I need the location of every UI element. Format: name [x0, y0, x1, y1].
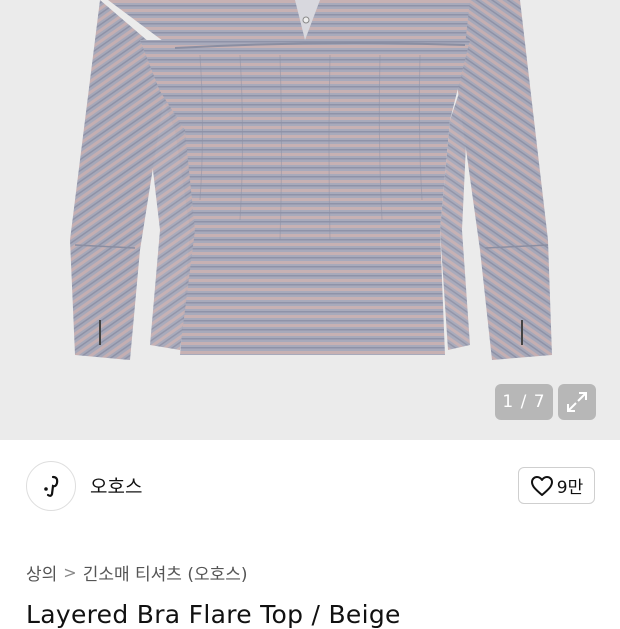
image-counter: 1 / 7: [495, 384, 553, 420]
brand-logo-icon: [44, 475, 59, 497]
like-button[interactable]: 9만: [518, 467, 595, 504]
product-photo: [70, 0, 552, 360]
expand-icon: [567, 392, 587, 412]
breadcrumb-category[interactable]: 상의: [26, 560, 57, 585]
like-count: 9만: [556, 478, 584, 498]
breadcrumb-separator: >: [63, 563, 77, 582]
heart-icon: [530, 475, 553, 496]
brand-logo[interactable]: [26, 461, 76, 511]
product-title: Layered Bra Flare Top / Beige: [26, 600, 401, 629]
expand-button[interactable]: [558, 384, 596, 420]
breadcrumb: 상의 > 긴소매 티셔츠 (오호스): [26, 560, 248, 585]
brand-name[interactable]: 오호스: [90, 472, 142, 499]
product-image-gallery[interactable]: 1 / 7: [0, 0, 620, 440]
breadcrumb-subcategory[interactable]: 긴소매 티셔츠 (오호스): [83, 560, 248, 585]
